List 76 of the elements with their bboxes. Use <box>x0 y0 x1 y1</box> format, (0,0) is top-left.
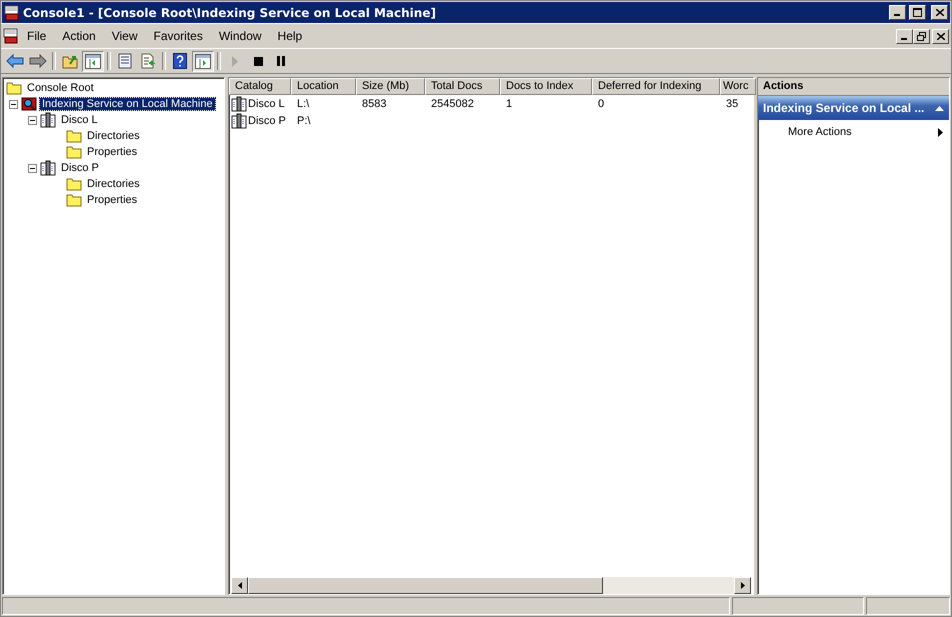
menu-item[interactable]: Help <box>270 29 310 43</box>
tree-item[interactable]: Properties <box>85 146 140 158</box>
collapse-icon[interactable] <box>28 116 37 124</box>
scroll-left-icon <box>238 582 242 589</box>
app-icon <box>4 4 20 20</box>
column-header[interactable]: Deferred for Indexing <box>592 78 720 95</box>
close-icon <box>936 9 944 16</box>
maximize-button[interactable] <box>909 5 926 20</box>
folder-icon <box>66 145 82 159</box>
play-icon <box>231 56 239 66</box>
show-tree-icon <box>85 54 101 68</box>
tree-item[interactable]: Disco L <box>59 114 100 126</box>
action-item[interactable]: More Actions <box>758 120 949 144</box>
menu-item[interactable]: File <box>19 29 54 43</box>
table-cell: 0 <box>598 98 604 110</box>
column-header[interactable]: Location <box>291 78 356 95</box>
catalog-icon <box>40 112 56 128</box>
actions-section-header[interactable]: Indexing Service on Local ... <box>758 96 949 120</box>
properties-icon <box>117 53 133 69</box>
collapse-icon[interactable] <box>28 164 37 172</box>
minimize-button[interactable] <box>889 5 906 20</box>
folder-icon <box>6 81 22 95</box>
service-icon <box>21 96 37 112</box>
folder-icon <box>66 129 82 143</box>
stop-icon <box>254 56 262 66</box>
column-header[interactable]: Catalog <box>229 78 291 95</box>
close-button[interactable] <box>932 28 949 44</box>
horizontal-scrollbar[interactable] <box>231 577 751 594</box>
table-cell: 8583 <box>362 98 386 110</box>
tree-item[interactable]: Directories <box>85 130 142 142</box>
restore-icon <box>917 32 926 40</box>
collapse-icon[interactable] <box>9 100 18 108</box>
document-icon <box>3 28 19 44</box>
menu-item[interactable]: Favorites <box>146 29 211 43</box>
table-cell: 2545082 <box>431 98 474 110</box>
column-header[interactable]: Worc <box>720 78 756 95</box>
tree-item[interactable]: Disco P <box>59 162 101 174</box>
catalog-icon <box>40 160 56 176</box>
tree-item[interactable]: Indexing Service on Local Machine <box>40 98 215 110</box>
close-button[interactable] <box>931 5 948 20</box>
toolbar-button[interactable] <box>82 50 104 72</box>
restore-button[interactable] <box>913 28 930 44</box>
scroll-right-icon <box>740 582 744 589</box>
actions-title: Actions <box>758 78 949 96</box>
menu-item[interactable]: Window <box>210 29 270 43</box>
table-cell: 35 <box>726 98 738 110</box>
table-cell: L:\ <box>297 98 310 110</box>
show-action-pane-icon <box>195 54 211 68</box>
table-cell: P:\ <box>297 114 310 126</box>
table-cell[interactable]: Disco P <box>248 114 286 126</box>
column-header[interactable]: Docs to Index <box>500 78 592 95</box>
maximize-icon <box>913 8 922 17</box>
table-cell[interactable]: Disco L <box>248 98 285 110</box>
close-icon <box>936 32 944 40</box>
back-icon <box>6 54 24 68</box>
collapse-icon <box>935 106 944 110</box>
folder-icon <box>66 177 82 191</box>
minimize-button[interactable] <box>896 28 913 44</box>
menu-item[interactable]: Action <box>54 29 104 43</box>
catalog-icon <box>231 96 247 112</box>
window-title: Console1 - [Console Root\Indexing Service on Local Machine] <box>23 6 437 20</box>
column-header[interactable]: Size (Mb) <box>356 78 425 95</box>
tree-item[interactable]: Console Root <box>25 82 96 94</box>
help-icon <box>173 53 187 69</box>
table-cell: 1 <box>506 98 512 110</box>
up-folder-icon <box>62 53 78 69</box>
folder-icon <box>66 193 82 207</box>
toolbar-button[interactable] <box>192 50 214 72</box>
forward-icon <box>29 54 47 68</box>
column-header[interactable]: Total Docs <box>425 78 500 95</box>
pause-icon <box>277 56 285 66</box>
export-list-icon <box>140 53 156 69</box>
tree-item[interactable]: Properties <box>85 194 140 206</box>
tree-item[interactable]: Directories <box>85 178 142 190</box>
menu-item[interactable]: View <box>104 29 146 43</box>
catalog-icon <box>231 112 247 128</box>
